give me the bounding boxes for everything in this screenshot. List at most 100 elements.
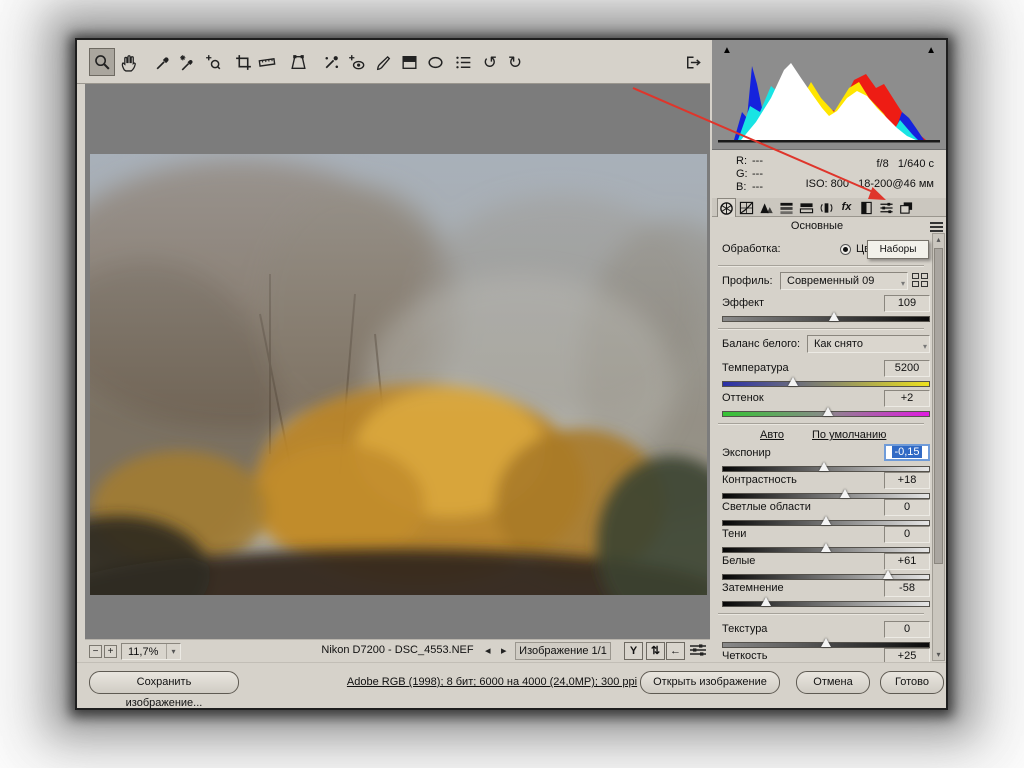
targeted-adjustment-tool[interactable]: [200, 48, 226, 76]
red-eye-tool[interactable]: [343, 48, 369, 76]
presets-sliders-icon: [879, 201, 894, 215]
tab-lens-corrections[interactable]: [817, 198, 836, 217]
fx-icon: fx: [842, 202, 852, 213]
cancel-button[interactable]: Отмена: [796, 671, 870, 694]
wb-select[interactable]: Как снято ▾: [807, 335, 930, 353]
preview-preferences-button[interactable]: [688, 642, 707, 660]
scroll-up-icon[interactable]: ▴: [933, 235, 944, 244]
profile-select[interactable]: Современный 09 ▾: [780, 272, 908, 290]
histogram-panel: ▲ ▲: [712, 40, 946, 150]
hand-tool[interactable]: [115, 48, 141, 76]
tab-split-toning[interactable]: [797, 198, 816, 217]
default-link[interactable]: По умолчанию: [812, 429, 886, 441]
scroll-down-icon[interactable]: ▾: [933, 650, 944, 659]
tab-presets[interactable]: [877, 198, 896, 217]
sharpen-triangles-icon: [759, 201, 774, 215]
page: ↺ ↻: [0, 0, 1024, 768]
straighten-tool[interactable]: [254, 48, 280, 76]
graduated-filter-icon: [400, 53, 419, 72]
rotate-right-tool[interactable]: ↻: [502, 48, 528, 76]
profile-label: Профиль:: [722, 275, 773, 287]
swap-before-after-button[interactable]: ⇅: [646, 642, 665, 660]
slider-value-highlights[interactable]: 0: [884, 499, 930, 516]
transform-tool[interactable]: [285, 48, 311, 76]
slider-track-effect[interactable]: [722, 316, 930, 322]
red-eye-icon: [347, 53, 366, 72]
slider-label-effect: Эффект: [722, 297, 764, 309]
adjustment-brush-tool[interactable]: [370, 48, 396, 76]
target-circle-icon: [204, 53, 223, 72]
image-canvas[interactable]: [85, 84, 710, 639]
toggle-fullscreen-button[interactable]: [680, 48, 706, 76]
autumn-foggy-trees-photo: [90, 154, 707, 595]
slider-value-effect[interactable]: 109: [884, 295, 930, 312]
hsl-bars-icon: [779, 201, 794, 215]
tab-camera-calibration[interactable]: [857, 198, 876, 217]
slider-label-texture: Текстура: [722, 623, 767, 635]
sliders-icon: [689, 642, 707, 658]
slider-label-blacks: Затемнение: [722, 582, 784, 594]
color-sampler-tool[interactable]: [174, 48, 200, 76]
treatment-color-radio[interactable]: [840, 244, 851, 255]
rgb-readout-r: R:---: [736, 155, 806, 167]
white-balance-tool[interactable]: [150, 48, 176, 76]
aperture-icon: [719, 201, 734, 216]
photo-preview[interactable]: [90, 154, 707, 595]
slider-track-temperature[interactable]: [722, 381, 930, 387]
slider-value-temperature[interactable]: 5200: [884, 360, 930, 377]
panel-scrollbar[interactable]: ▴ ▾: [932, 233, 945, 661]
panel-tabs: fx: [712, 198, 946, 217]
transform-icon: [289, 53, 308, 72]
histogram-chart: [716, 54, 942, 146]
tab-tone-curve[interactable]: [737, 198, 756, 217]
profile-browser-button[interactable]: [912, 273, 929, 288]
presets-tooltip: Наборы: [867, 240, 929, 259]
slider-value-exposure[interactable]: -0,15: [884, 444, 930, 461]
profile-value: Современный 09: [787, 275, 874, 287]
before-after-view-button[interactable]: Y: [624, 642, 643, 660]
tab-detail[interactable]: [757, 198, 776, 217]
wb-label: Баланс белого:: [722, 338, 800, 350]
workflow-options-link[interactable]: Adobe RGB (1998); 8 бит; 6000 на 4000 (2…: [77, 676, 907, 688]
spot-removal-tool[interactable]: [318, 48, 344, 76]
tab-hsl[interactable]: [777, 198, 796, 217]
rotate-left-tool[interactable]: ↺: [477, 48, 503, 76]
filmstrip-menu-tool[interactable]: [450, 48, 476, 76]
curve-grid-icon: [739, 201, 754, 215]
straighten-icon: [257, 53, 277, 72]
copy-settings-button[interactable]: ←: [666, 642, 685, 660]
split-toning-icon: [799, 201, 814, 215]
auto-link[interactable]: Авто: [760, 429, 784, 441]
panel-title: Основные: [712, 220, 922, 232]
crop-tool[interactable]: [230, 48, 256, 76]
scrollbar-thumb[interactable]: [934, 248, 943, 564]
eyedropper-icon: [154, 53, 173, 72]
wb-value: Как снято: [814, 338, 863, 350]
separator: [718, 328, 924, 330]
slider-value-shadows[interactable]: 0: [884, 526, 930, 543]
graduated-filter-tool[interactable]: [396, 48, 422, 76]
prev-image-button[interactable]: ◂: [485, 644, 491, 657]
rotate-left-icon: ↺: [483, 54, 497, 71]
slider-track-blacks[interactable]: [722, 601, 930, 607]
slider-value-blacks[interactable]: -58: [884, 580, 930, 597]
lens-icon: [819, 201, 834, 215]
separator: [718, 265, 924, 267]
slider-label-exposure: Экспонир: [722, 447, 771, 459]
open-image-button[interactable]: Открыть изображение: [640, 671, 780, 694]
panel-menu-icon[interactable]: [930, 222, 943, 232]
tab-effects[interactable]: fx: [837, 198, 856, 217]
zoom-tool[interactable]: [89, 48, 115, 76]
next-image-button[interactable]: ▸: [501, 644, 507, 657]
tab-snapshots[interactable]: [897, 198, 916, 217]
slider-value-whites[interactable]: +61: [884, 553, 930, 570]
slider-value-contrast[interactable]: +18: [884, 472, 930, 489]
slider-value-tint[interactable]: +2: [884, 390, 930, 407]
slider-label-whites: Белые: [722, 555, 755, 567]
slider-value-texture[interactable]: 0: [884, 621, 930, 638]
radial-filter-tool[interactable]: [422, 48, 448, 76]
film-icon: [859, 201, 874, 215]
slider-track-tint[interactable]: [722, 411, 930, 417]
done-button[interactable]: Готово: [880, 671, 944, 694]
tab-basic[interactable]: [717, 198, 736, 217]
